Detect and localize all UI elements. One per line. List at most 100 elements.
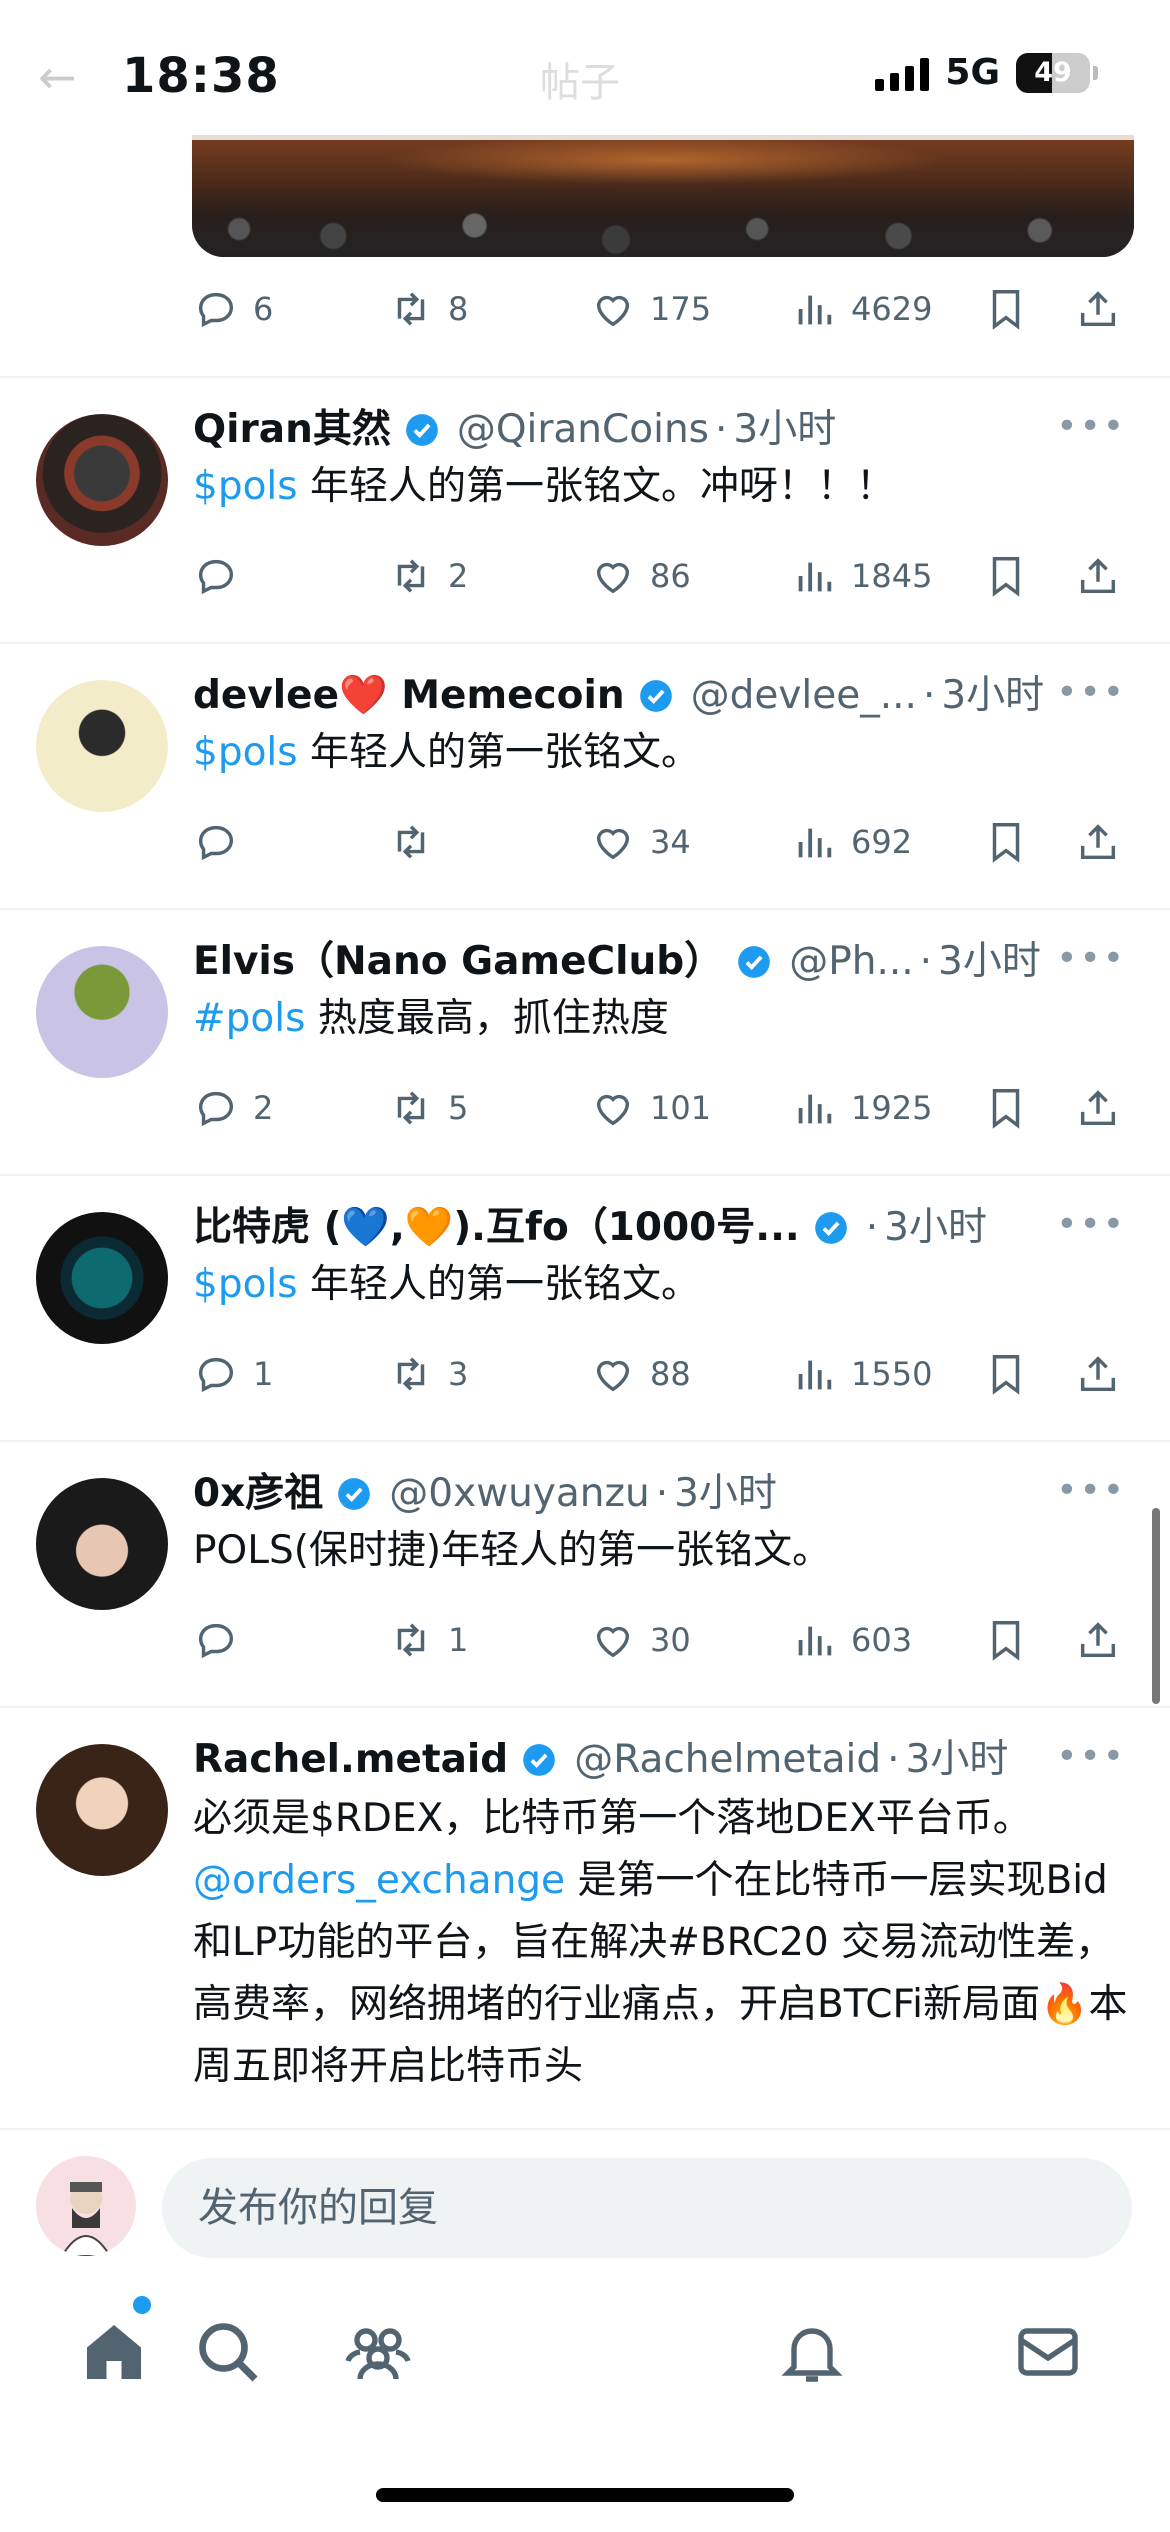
- tab-home[interactable]: [78, 2316, 158, 2396]
- reply-button[interactable]: 6: [193, 281, 273, 337]
- handle[interactable]: @QiranCoins: [457, 402, 709, 458]
- like-button[interactable]: 88: [590, 1346, 691, 1402]
- cashtag-link[interactable]: $pols: [193, 1262, 298, 1307]
- avatar[interactable]: [36, 1212, 168, 1344]
- tweet-item[interactable]: 0x彦祖 @0xwuyanzu · 3小时 ••• POLS(保时捷)年轻人的第一张…: [0, 1442, 1170, 1708]
- reply-button[interactable]: [193, 1612, 253, 1668]
- home-icon: [87, 2325, 141, 2379]
- like-button[interactable]: 34: [590, 814, 691, 870]
- reply-button[interactable]: 1: [193, 1346, 273, 1402]
- reply-icon: [198, 559, 234, 595]
- bookmark-button[interactable]: [983, 1346, 1029, 1402]
- views-button[interactable]: 4629: [791, 281, 932, 337]
- like-button[interactable]: 175: [590, 281, 711, 337]
- back-arrow-icon[interactable]: ←: [38, 50, 77, 104]
- reply-bar: [0, 2128, 1170, 2278]
- like-count: 175: [650, 290, 712, 328]
- retweet-button[interactable]: 1: [388, 1612, 468, 1668]
- reply-button[interactable]: 2: [193, 1080, 273, 1136]
- tweet-text: POLS(保时捷)年轻人的第一张铭文。: [193, 1528, 832, 1573]
- retweet-button[interactable]: [388, 814, 448, 870]
- retweet-button[interactable]: 2: [388, 548, 468, 604]
- share-button[interactable]: [1075, 548, 1121, 604]
- bookmark-button[interactable]: [983, 814, 1029, 870]
- handle[interactable]: @Rachelmetaid: [574, 1732, 881, 1788]
- tweet-item[interactable]: 比特虎 (💙,🧡).互fo（1000号... · 3小时 ••• $pols 年轻…: [0, 1176, 1170, 1442]
- avatar[interactable]: [36, 1478, 168, 1610]
- more-options-icon[interactable]: •••: [1056, 1470, 1126, 1511]
- display-name[interactable]: Qiran其然: [193, 402, 391, 458]
- share-button[interactable]: [1075, 1612, 1121, 1668]
- like-button[interactable]: 86: [590, 548, 691, 604]
- views-button[interactable]: 1845: [791, 548, 932, 604]
- avatar[interactable]: [36, 414, 168, 546]
- more-options-icon[interactable]: •••: [1056, 1204, 1126, 1245]
- bookmark-icon: [992, 1089, 1020, 1129]
- display-name[interactable]: devlee❤️ Memecoin: [193, 668, 625, 724]
- bookmark-button[interactable]: [983, 1612, 1029, 1668]
- handle[interactable]: @devlee_...: [691, 668, 917, 724]
- like-icon: [596, 1094, 630, 1126]
- timestamp[interactable]: 3小时: [733, 402, 836, 458]
- messages-icon: [1018, 2328, 1078, 2376]
- share-button[interactable]: [1075, 814, 1121, 870]
- tweet-header: devlee❤️ Memecoin @devlee_... · 3小时: [193, 668, 1083, 724]
- timestamp[interactable]: 3小时: [941, 668, 1044, 724]
- avatar[interactable]: [36, 680, 168, 812]
- ghost-page-title: 帖子: [540, 60, 620, 106]
- display-name[interactable]: 比特虎 (💙,🧡).互fo（1000号...: [193, 1200, 800, 1256]
- tab-search[interactable]: [192, 2316, 272, 2396]
- more-options-icon[interactable]: •••: [1056, 672, 1126, 713]
- home-indicator: [376, 2488, 794, 2502]
- retweet-icon: [397, 825, 425, 859]
- share-button[interactable]: [1075, 1080, 1121, 1136]
- reply-icon: [198, 1091, 234, 1127]
- views-button[interactable]: 1925: [791, 1080, 932, 1136]
- mention-link[interactable]: @orders_exchange: [193, 1858, 565, 1903]
- tab-notifications[interactable]: [776, 2316, 856, 2396]
- share-button[interactable]: [1075, 281, 1121, 337]
- timestamp[interactable]: 3小时: [906, 1732, 1009, 1788]
- timestamp[interactable]: 3小时: [884, 1200, 987, 1256]
- views-button[interactable]: 603: [791, 1612, 912, 1668]
- signal-icon: [875, 55, 930, 91]
- share-button[interactable]: [1075, 1346, 1121, 1402]
- more-options-icon[interactable]: •••: [1056, 1736, 1126, 1777]
- reply-button[interactable]: [193, 814, 253, 870]
- cashtag-link[interactable]: $pols: [193, 464, 298, 509]
- tweet-item[interactable]: Elvis（Nano GameClub） @Ph... · 3小时 ••• #pol…: [0, 910, 1170, 1176]
- display-name[interactable]: Rachel.metaid: [193, 1732, 508, 1788]
- tweet-item[interactable]: Qiran其然 @QiranCoins · 3小时 ••• $pols 年轻人的第一…: [0, 378, 1170, 644]
- cashtag-link[interactable]: $pols: [193, 730, 298, 775]
- bookmark-button[interactable]: [983, 281, 1029, 337]
- like-button[interactable]: 101: [590, 1080, 711, 1136]
- retweet-button[interactable]: 3: [388, 1346, 468, 1402]
- views-button[interactable]: 692: [791, 814, 912, 870]
- tweet-text: $pols 年轻人的第一张铭文。冲呀！！！: [193, 464, 895, 509]
- retweet-button[interactable]: 5: [388, 1080, 468, 1136]
- retweet-button[interactable]: 8: [388, 281, 468, 337]
- more-options-icon[interactable]: •••: [1056, 938, 1126, 979]
- avatar[interactable]: [36, 1744, 168, 1876]
- avatar[interactable]: [36, 946, 168, 1078]
- bookmark-button[interactable]: [983, 548, 1029, 604]
- battery-level: 49: [1034, 57, 1072, 88]
- views-button[interactable]: 1550: [791, 1346, 932, 1402]
- display-name[interactable]: 0x彦祖: [193, 1466, 323, 1522]
- reply-input[interactable]: [162, 2158, 1132, 2258]
- bookmark-icon: [992, 823, 1020, 863]
- tweet-item[interactable]: devlee❤️ Memecoin @devlee_... · 3小时 ••• $p…: [0, 644, 1170, 910]
- timestamp[interactable]: 3小时: [938, 934, 1041, 990]
- hashtag-link[interactable]: #pols: [193, 996, 305, 1041]
- bookmark-button[interactable]: [983, 1080, 1029, 1136]
- display-name[interactable]: Elvis（Nano GameClub）: [193, 934, 723, 990]
- scrollbar[interactable]: [1152, 1508, 1160, 1704]
- more-options-icon[interactable]: •••: [1056, 406, 1126, 447]
- handle[interactable]: @Ph...: [789, 934, 913, 990]
- tab-messages[interactable]: [1012, 2316, 1092, 2396]
- timestamp[interactable]: 3小时: [674, 1466, 777, 1522]
- handle[interactable]: @0xwuyanzu: [389, 1466, 649, 1522]
- tab-communities[interactable]: [342, 2316, 422, 2396]
- like-button[interactable]: 30: [590, 1612, 691, 1668]
- reply-button[interactable]: [193, 548, 253, 604]
